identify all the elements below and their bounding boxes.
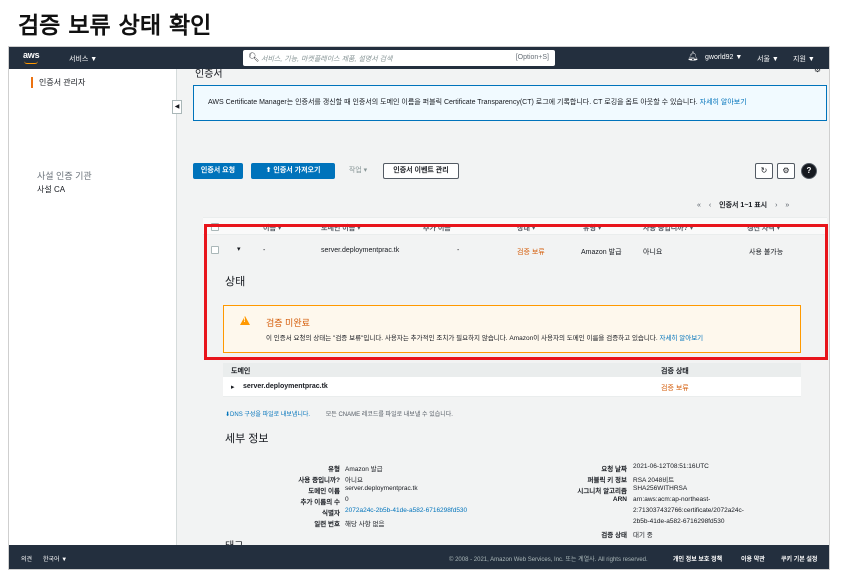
privacy-policy-link[interactable]: 개인 정보 보호 정책 <box>673 554 722 563</box>
warning-exclamation: ! <box>243 318 246 324</box>
terms-link[interactable]: 이용 약관 <box>741 554 765 563</box>
row-in-use: 아니요 <box>643 249 663 256</box>
sidebar-section-private-ca: 사설 인증 기관 <box>37 171 92 181</box>
tags-section-title: 태그 <box>225 537 243 545</box>
col-additional-names: 추가 이름 <box>423 225 451 232</box>
request-certificate-button[interactable]: 인증서 요청 <box>193 163 243 179</box>
services-menu[interactable]: 서비스 ▼ <box>69 54 97 64</box>
detail-value: arn:aws:acm:ap-northeast- <box>633 496 711 503</box>
detail-value: 2b5b-41de-a582-6716298fd530 <box>633 518 725 525</box>
page-title: 인증서 <box>195 69 223 80</box>
feedback-link[interactable]: 의견 <box>21 554 32 563</box>
aws-logo[interactable]: aws <box>23 50 40 60</box>
pagination-label: 인증서 1~1 표시 <box>719 202 768 209</box>
expand-caret-icon[interactable]: ▾ <box>237 245 241 253</box>
row-name: - <box>263 247 266 254</box>
import-certificate-label: 인증서 가져오기 <box>273 167 321 174</box>
support-menu[interactable]: 지원 ▼ <box>793 54 815 64</box>
col-type[interactable]: 유형 ▾ <box>583 223 601 233</box>
expand-caret-icon[interactable]: ▸ <box>231 383 235 391</box>
row-renewal: 사용 불가능 <box>749 249 784 256</box>
detail-key: 시그니처 알고리즘 <box>577 488 627 495</box>
col-renewal[interactable]: 갱신 자격 ▾ <box>747 223 780 233</box>
col-domain[interactable]: 도메인 이름 ▾ <box>321 223 361 233</box>
detail-value: RSA 2048비트 <box>633 477 675 484</box>
detail-value: 2:713037432766:certificate/2072a24c- <box>633 507 744 514</box>
detail-key: 검증 상태 <box>601 532 627 539</box>
search-input[interactable]: 🔍︎ 서비스, 기능, 마켓플레이스 제품, 설명서 검색 [Option+S] <box>243 50 555 66</box>
row-type: Amazon 발급 <box>581 249 622 256</box>
page-heading: 검증 보류 상태 확인 <box>18 13 212 39</box>
detail-value: 2021-06-12T08:51:16UTC <box>633 463 709 470</box>
next-page-button[interactable]: › <box>775 202 777 209</box>
first-page-button[interactable]: « <box>697 202 701 209</box>
domain-table-header: 도메인 검증 상태 <box>223 363 801 377</box>
settings-icon[interactable]: ⚙ <box>814 69 821 74</box>
col-status[interactable]: 상태 ▾ <box>517 223 535 233</box>
info-alert: AWS Certificate Manager는 인증서를 갱신할 때 인증서의… <box>193 85 827 121</box>
region-menu[interactable]: 서울 ▼ <box>757 54 779 64</box>
domain-row[interactable]: ▸ server.deploymentprac.tk 검증 보류 <box>223 377 801 397</box>
detail-key: ARN <box>612 496 627 503</box>
aws-logo-smile-icon <box>24 61 38 64</box>
certificate-table-header: 이름 ▾ 도메인 이름 ▾ 추가 이름 상태 ▾ 유형 ▾ 사용 중입니까? ▾… <box>203 217 827 235</box>
warning-learn-more-link[interactable]: 자세히 알아보기 <box>660 335 704 342</box>
user-menu[interactable]: gworld92 ▼ <box>705 54 742 61</box>
sidebar-item-private-ca[interactable]: 사설 CA <box>37 184 65 195</box>
domain-validation-table: 도메인 검증 상태 ▸ server.deploymentprac.tk 검증 … <box>223 363 801 397</box>
export-dns-text: 모든 CNAME 레코드를 파일로 내보낼 수 있습니다. <box>325 412 453 418</box>
col-validation-status: 검증 상태 <box>661 368 689 375</box>
main-content: 인증서 ⚙ AWS Certificate Manager는 인증서를 갱신할 … <box>177 69 829 545</box>
search-shortcut: [Option+S] <box>515 54 549 61</box>
manage-events-button[interactable]: 인증서 이벤트 관리 <box>383 163 459 179</box>
warning-title: 검증 미완료 <box>266 318 310 328</box>
search-icon: 🔍︎ <box>248 52 260 62</box>
browser-frame: aws 서비스 ▼ 🔍︎ 서비스, 기능, 마켓플레이스 제품, 설명서 검색 … <box>8 46 830 570</box>
info-text: AWS Certificate Manager는 인증서를 갱신할 때 인증서의… <box>208 99 698 106</box>
footer: 의견 한국어 ▼ © 2008 - 2021, Amazon Web Servi… <box>9 545 829 569</box>
pagination: « ‹ 인증서 1~1 표시 › » <box>697 200 795 210</box>
cookie-preferences-link[interactable]: 쿠키 기본 설정 <box>781 554 817 563</box>
status-section-title: 상태 <box>225 276 246 288</box>
select-all-checkbox[interactable] <box>211 223 219 231</box>
detail-key: 퍼블릭 키 정보 <box>587 477 628 484</box>
warning-text: 이 인증서 요청의 상태는 "검증 보류"입니다. 사용자는 추가적인 조치가 … <box>266 335 658 342</box>
domain-status: 검증 보류 <box>661 385 689 392</box>
details-section-title: 세부 정보 <box>225 433 269 445</box>
actions-dropdown[interactable]: 작업 ▾ <box>341 163 375 179</box>
row-domain: server.deploymentprac.tk <box>321 247 400 254</box>
info-learn-more-link[interactable]: 자세히 알아보기 <box>700 99 747 106</box>
sidebar-item-certificate-manager[interactable]: 인증서 관리자 <box>31 77 85 88</box>
sidebar: 인증서 관리자 사설 인증 기관 사설 CA <box>9 69 177 545</box>
detail-value: SHA256WITHRSA <box>633 485 688 492</box>
export-dns-label: DNS 구성을 파일로 내보냅니다. <box>230 412 311 418</box>
detail-row: 검증 상태 대기 중 <box>177 529 829 541</box>
gear-icon[interactable]: ⚙ <box>777 163 795 179</box>
table-row[interactable]: ▾ - server.deploymentprac.tk - 검증 보류 Ama… <box>203 240 827 262</box>
top-nav: aws 서비스 ▼ 🔍︎ 서비스, 기능, 마켓플레이스 제품, 설명서 검색 … <box>9 47 829 69</box>
row-additional: - <box>457 247 460 254</box>
import-certificate-button[interactable]: ⬆ 인증서 가져오기 <box>251 163 335 179</box>
detail-value: 대기 중 <box>633 532 653 539</box>
col-name[interactable]: 이름 ▾ <box>263 223 281 233</box>
row-status: 검증 보류 <box>517 249 545 256</box>
refresh-icon[interactable]: ↻ <box>755 163 773 179</box>
row-checkbox[interactable] <box>211 246 219 254</box>
notification-bell-icon[interactable]: 🔔︎ <box>687 51 698 62</box>
export-dns-link[interactable]: ⬇DNS 구성을 파일로 내보냅니다. <box>225 412 310 418</box>
warning-alert: ! 검증 미완료 이 인증서 요청의 상태는 "검증 보류"입니다. 사용자는 … <box>223 305 801 353</box>
last-page-button[interactable]: » <box>785 202 789 209</box>
export-dns-line: ⬇DNS 구성을 파일로 내보냅니다. 모든 CNAME 레코드를 파일로 내보… <box>225 409 453 418</box>
copyright-text: © 2008 - 2021, Amazon Web Services, Inc.… <box>449 557 648 563</box>
warning-description: 이 인증서 요청의 상태는 "검증 보류"입니다. 사용자는 추가적인 조치가 … <box>266 332 703 342</box>
domain-name: server.deploymentprac.tk <box>243 383 328 390</box>
language-selector[interactable]: 한국어 ▼ <box>43 554 67 563</box>
detail-key: 요청 날짜 <box>601 466 627 473</box>
prev-page-button[interactable]: ‹ <box>709 202 711 209</box>
help-icon[interactable]: ? <box>801 163 817 179</box>
search-placeholder: 서비스, 기능, 마켓플레이스 제품, 설명서 검색 <box>261 56 393 63</box>
col-domain: 도메인 <box>231 368 251 375</box>
col-in-use[interactable]: 사용 중입니까? ▾ <box>643 223 693 233</box>
